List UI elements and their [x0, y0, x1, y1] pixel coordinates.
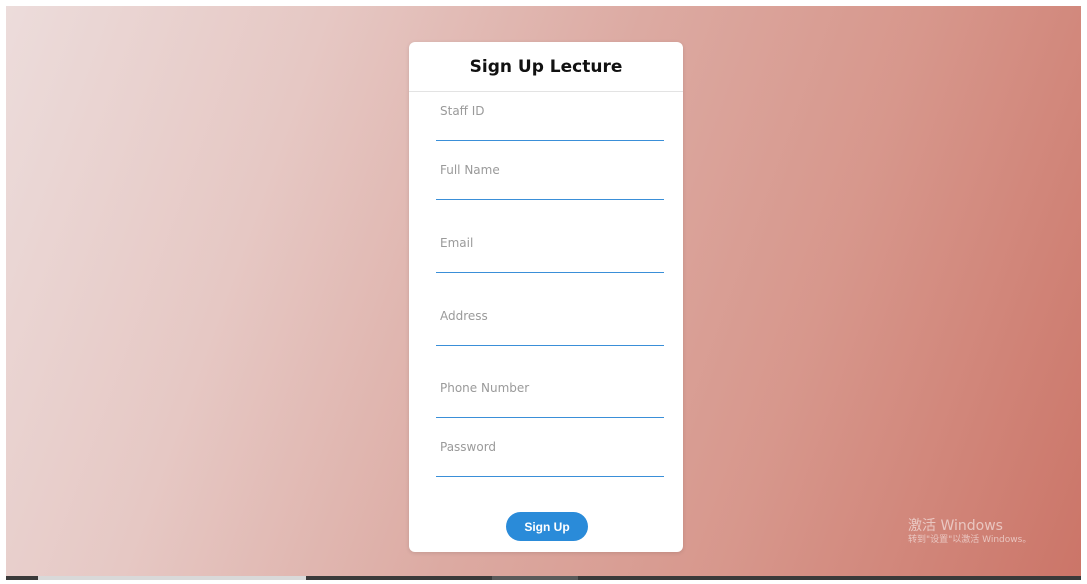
password-label: Password: [440, 440, 497, 454]
signup-card: Sign Up Lecture Staff ID Full Name Email…: [409, 42, 683, 552]
watermark-title: 激活 Windows: [908, 518, 1003, 534]
bottom-scrollbar[interactable]: [6, 576, 1081, 580]
staff-id-input[interactable]: [436, 130, 664, 141]
full-name-input[interactable]: [436, 189, 664, 200]
email-input[interactable]: [436, 262, 664, 273]
staff-id-label: Staff ID: [440, 104, 485, 118]
scrollbar-thumb[interactable]: [492, 576, 578, 580]
card-header: Sign Up Lecture: [409, 42, 683, 92]
windows-activation-watermark: 激活 Windows 转到"设置"以激活 Windows。: [908, 518, 1031, 546]
page-background: Sign Up Lecture Staff ID Full Name Email…: [6, 6, 1081, 580]
address-label: Address: [440, 309, 488, 323]
email-label: Email: [440, 236, 474, 250]
password-input[interactable]: [436, 466, 664, 477]
full-name-label: Full Name: [440, 163, 500, 177]
phone-number-input[interactable]: [436, 407, 664, 418]
sign-up-button[interactable]: Sign Up: [506, 512, 588, 541]
phone-number-label: Phone Number: [440, 381, 530, 395]
address-input[interactable]: [436, 335, 664, 346]
scrollbar-segment: [38, 576, 306, 580]
watermark-subtitle: 转到"设置"以激活 Windows。: [908, 534, 1032, 545]
form-title: Sign Up Lecture: [469, 56, 623, 77]
